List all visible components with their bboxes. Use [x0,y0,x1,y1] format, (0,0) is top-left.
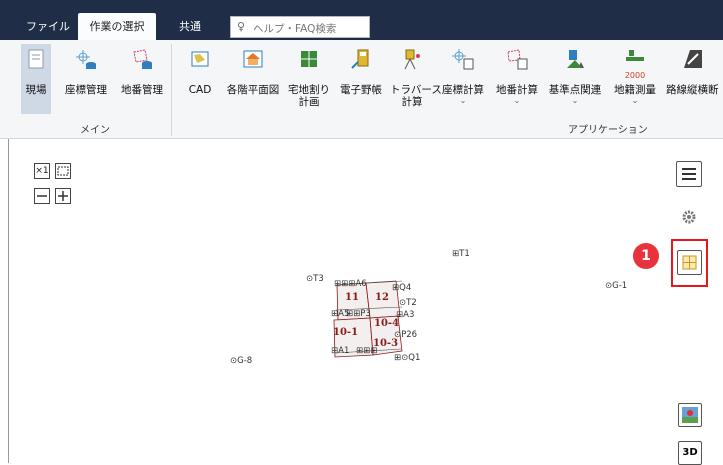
main-group-label: メイン [80,125,110,136]
search-placeholder: ヘルプ・FAQ検索 [253,23,337,35]
floor-plan-house-icon [243,50,263,68]
lot-label-12: 12 [375,292,389,303]
control-point-icon [567,50,584,68]
field-book-icon [351,49,369,69]
ribbon-cadastral-survey-button[interactable]: 2000 地籍測量 ⌄ [610,44,660,114]
lot-label-10-3: 10-3 [373,338,399,349]
lot-label-11: 11 [345,292,359,303]
chevron-down-icon: ⌄ [571,96,579,105]
lot-label-10-4: 10-4 [374,318,400,329]
point-T3: ⊙T3 [306,274,324,284]
point-T2: ⊙T2 [399,298,417,308]
point-Q1: ⊞⊙Q1 [394,353,421,363]
group-separator [171,44,172,136]
survey-map-canvas [333,280,403,358]
point-T1: ⊞T1 [452,249,470,259]
tab-work-select[interactable]: 作業の選択 [78,13,156,40]
point-A1: ⊞A1 [331,346,350,356]
ribbon-route-profile-button[interactable]: 路線縦横断 [663,44,723,114]
point-G-1: ⊙G-1 [605,281,628,291]
lot-database-icon [133,49,152,69]
ribbon-lot-manage-button[interactable]: 地番管理 [116,44,168,114]
cadastral-survey-icon [626,50,644,61]
ribbon-traverse-button[interactable]: トラバース 計算 [390,44,442,114]
route-profile-icon [684,50,702,68]
help-search-box[interactable]: ♀ ヘルプ・FAQ検索 [230,16,370,38]
point-Q4: ⊞Q4 [392,283,412,293]
point-A6: ⊞⊞⊞A6 [334,279,367,289]
chevron-down-icon: ⌄ [513,96,521,105]
lot-calculator-icon [507,49,528,70]
search-hint-icon: ♀ [237,20,246,33]
ribbon-lot-calc-button[interactable]: 地番計算 ⌄ [492,44,542,114]
coordinate-calculator-icon [452,49,474,70]
application-group-label: アプリケーション [568,125,648,136]
chevron-down-icon: ⌄ [631,96,639,105]
ribbon-field-book-button[interactable]: 電子野帳 [336,44,386,114]
ribbon-control-point-button[interactable]: 基準点関連 ⌄ [544,44,606,114]
ribbon-lot-division-button[interactable]: 宅地割り 計画 [288,44,330,114]
lot-label-10-1: 10-1 [333,327,359,338]
ribbon-coordinate-calc-button[interactable]: 座標計算 ⌄ [438,44,488,114]
coordinate-database-icon [76,50,96,69]
tab-common[interactable]: 共通 [170,13,210,40]
chevron-down-icon: ⌄ [459,96,467,105]
site-document-icon [28,49,44,69]
ribbon-coordinate-manage-button[interactable]: 座標管理 [60,44,112,114]
cad-icon [191,51,209,67]
tab-file[interactable]: ファイル [20,13,76,40]
ribbon-floor-plan-button[interactable]: 各階平面図 [222,44,284,114]
ribbon-cad-button[interactable]: CAD [184,44,216,114]
ribbon-site-button[interactable]: 現場 [21,44,51,114]
lot-division-icon [301,51,317,67]
traverse-survey-icon [404,49,420,70]
point-G-8: ⊙G-8 [230,356,253,366]
point-P3: ⊞⊞P3 [346,309,371,319]
